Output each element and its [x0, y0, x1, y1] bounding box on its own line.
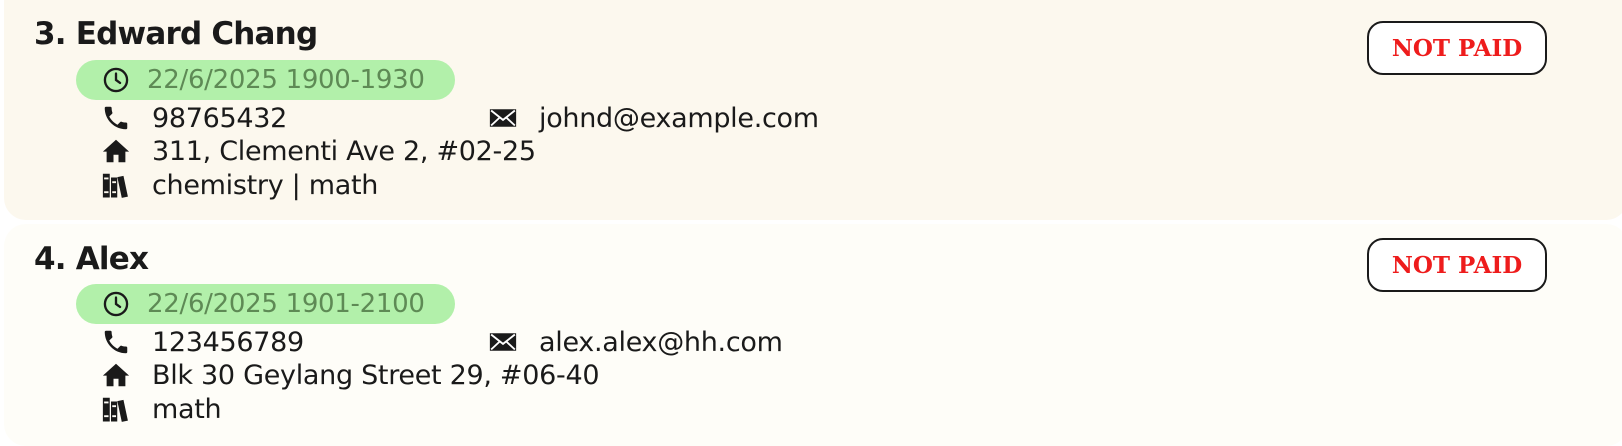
payment-status-badge: NOT PAID — [1367, 21, 1547, 75]
session-text: 22/6/2025 1900-1930 — [147, 65, 425, 95]
subjects-row: chemistry | math — [100, 169, 378, 201]
clock-icon — [103, 291, 129, 317]
phone-row: 98765432 — [100, 102, 287, 134]
address-row: 311, Clementi Ave 2, #02-25 — [100, 135, 536, 167]
student-name: 4. Alex — [34, 241, 149, 277]
phone-number: 123456789 — [152, 326, 304, 358]
home-icon — [100, 359, 132, 391]
phone-number: 98765432 — [152, 102, 288, 134]
email-address: johnd@example.com — [539, 102, 819, 134]
student-card[interactable]: 3. Edward Chang 22/6/2025 1900-1930 9876… — [4, 0, 1622, 220]
envelope-icon — [487, 102, 519, 134]
subjects: chemistry | math — [152, 169, 379, 201]
books-icon — [100, 169, 132, 201]
email-address: alex.alex@hh.com — [539, 326, 783, 358]
email-row: alex.alex@hh.com — [487, 326, 783, 358]
address-row: Blk 30 Geylang Street 29, #06-40 — [100, 359, 600, 391]
student-name: 3. Edward Chang — [34, 16, 318, 52]
session-tag: 22/6/2025 1901-2100 — [76, 284, 455, 324]
phone-icon — [100, 102, 132, 134]
session-text: 22/6/2025 1901-2100 — [147, 289, 425, 319]
payment-status-badge: NOT PAID — [1367, 238, 1547, 292]
student-card[interactable]: 4. Alex 22/6/2025 1901-2100 123456789 al… — [4, 224, 1622, 446]
envelope-icon — [487, 326, 519, 358]
subjects: math — [152, 393, 222, 425]
address: 311, Clementi Ave 2, #02-25 — [152, 135, 536, 167]
phone-icon — [100, 326, 132, 358]
email-row: johnd@example.com — [487, 102, 819, 134]
phone-row: 123456789 — [100, 326, 304, 358]
clock-icon — [103, 67, 129, 93]
home-icon — [100, 135, 132, 167]
student-list: 3. Edward Chang 22/6/2025 1900-1930 9876… — [0, 0, 1622, 446]
session-tag: 22/6/2025 1900-1930 — [76, 60, 455, 100]
address: Blk 30 Geylang Street 29, #06-40 — [152, 359, 600, 391]
subjects-row: math — [100, 393, 222, 425]
books-icon — [100, 393, 132, 425]
